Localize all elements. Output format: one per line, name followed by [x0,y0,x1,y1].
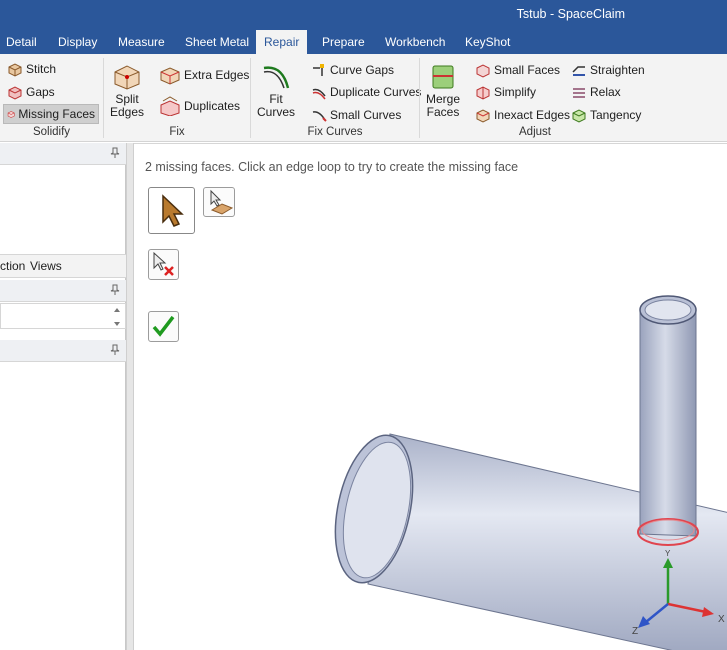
scroll-arrows-icon[interactable] [113,306,121,328]
fit-curves-button[interactable]: Fit Curves [257,62,295,119]
tab-sheet-metal[interactable]: Sheet Metal [179,30,255,54]
options-list[interactable] [0,303,126,329]
inexact-edges-button[interactable]: Inexact Edges [472,105,573,125]
pane-splitter[interactable] [126,143,134,650]
split-edges-icon [114,65,140,90]
panel-subtabs: ction Views [0,254,126,278]
extra-edges-label: Extra Edges [184,68,250,82]
z-axis-label: Z [632,626,638,637]
stitch-label: Stitch [26,62,57,76]
pin-icon[interactable] [110,344,120,356]
left-pane: ction Views [0,143,126,650]
duplicate-curves-button[interactable]: Duplicate Curves [308,82,424,102]
extra-edges-button[interactable]: Extra Edges [156,65,252,85]
y-axis-label: Y [665,549,671,558]
straighten-label: Straighten [590,63,645,77]
curve-gaps-label: Curve Gaps [330,63,395,77]
tab-detail[interactable]: Detail [0,30,43,54]
straighten-icon [572,66,585,76]
tab-keyshot[interactable]: KeyShot [459,30,516,54]
tangency-label: Tangency [590,108,642,122]
model-scene[interactable]: Y X Z [134,144,727,650]
ribbon: Stitch Gaps Missing Faces Solidify Split… [0,54,727,142]
merge-faces-icon [432,65,454,89]
solidify-group-label: Solidify [32,126,71,138]
missing-faces-icon [7,111,15,118]
ribbon-tabs: Detail Display Measure Sheet Metal Repai… [0,30,727,54]
title-bar: Tstub - SpaceClaim [0,0,727,30]
curve-gaps-button[interactable]: Curve Gaps [308,60,397,80]
gaps-label: Gaps [26,85,55,99]
fit-curves-icon [263,66,290,89]
small-curves-label: Small Curves [330,108,402,122]
fix-curves-group-label: Fix Curves [307,126,363,138]
tangency-button[interactable]: Tangency [568,105,644,125]
properties-panel-header [0,340,126,362]
x-axis-label: X [718,614,725,625]
structure-panel-header [0,143,126,165]
tab-repair[interactable]: Repair [256,30,308,54]
tab-views[interactable]: Views [30,259,62,273]
missing-faces-label: Missing Faces [18,107,95,121]
inexact-edges-icon [476,109,490,123]
inexact-edges-label: Inexact Edges [494,108,571,122]
tab-section[interactable]: ction [0,259,25,273]
relax-button[interactable]: Relax [568,82,624,102]
gaps-icon [8,86,22,100]
relax-icon [573,88,585,98]
simplify-label: Simplify [494,85,537,99]
tab-prepare[interactable]: Prepare [316,30,371,54]
small-curves-button[interactable]: Small Curves [308,105,404,125]
split-edges-label-2: Edges [109,105,145,119]
fix-group-label: Fix [169,126,185,138]
fit-curves-label-2: Curves [257,105,296,119]
merge-faces-label-2: Faces [426,105,460,119]
split-edges-label-1: Split [115,92,139,106]
duplicate-curves-label: Duplicate Curves [330,85,422,99]
fit-curves-label-1: Fit [269,92,283,106]
gaps-button[interactable]: Gaps [4,82,58,102]
small-faces-button[interactable]: Small Faces [472,60,563,80]
design-viewport[interactable]: 2 missing faces. Click an edge loop to t… [134,143,727,650]
window-title: Tstub - SpaceClaim [516,7,625,21]
stitch-button[interactable]: Stitch [4,59,59,79]
straighten-button[interactable]: Straighten [568,60,648,80]
small-curves-icon [312,111,327,122]
duplicates-icon [160,96,180,116]
extra-edges-icon [160,67,180,85]
stitch-icon [8,63,22,77]
pin-icon[interactable] [110,284,120,296]
relax-label: Relax [590,85,621,99]
duplicates-button[interactable]: Duplicates [156,96,243,116]
branch-pipe-body [639,309,697,537]
missing-faces-button[interactable]: Missing Faces [3,104,99,124]
pin-icon[interactable] [110,147,120,159]
tab-workbench[interactable]: Workbench [379,30,451,54]
small-faces-label: Small Faces [494,63,561,77]
simplify-button[interactable]: Simplify [472,82,539,102]
tangency-icon [572,109,586,123]
adjust-group-label: Adjust [519,126,551,138]
curve-gaps-icon [313,64,324,76]
merge-faces-button[interactable]: Merge Faces [425,62,461,119]
branch-pipe-top-inner [644,299,692,321]
small-faces-icon [476,64,490,78]
duplicates-label: Duplicates [184,99,241,113]
options-panel-header [0,280,126,302]
simplify-icon [476,86,490,100]
tab-measure[interactable]: Measure [112,30,171,54]
tab-display[interactable]: Display [52,30,103,54]
split-edges-button[interactable]: Split Edges [110,62,144,119]
merge-faces-label-1: Merge [425,92,460,106]
duplicate-curves-icon [312,88,326,100]
